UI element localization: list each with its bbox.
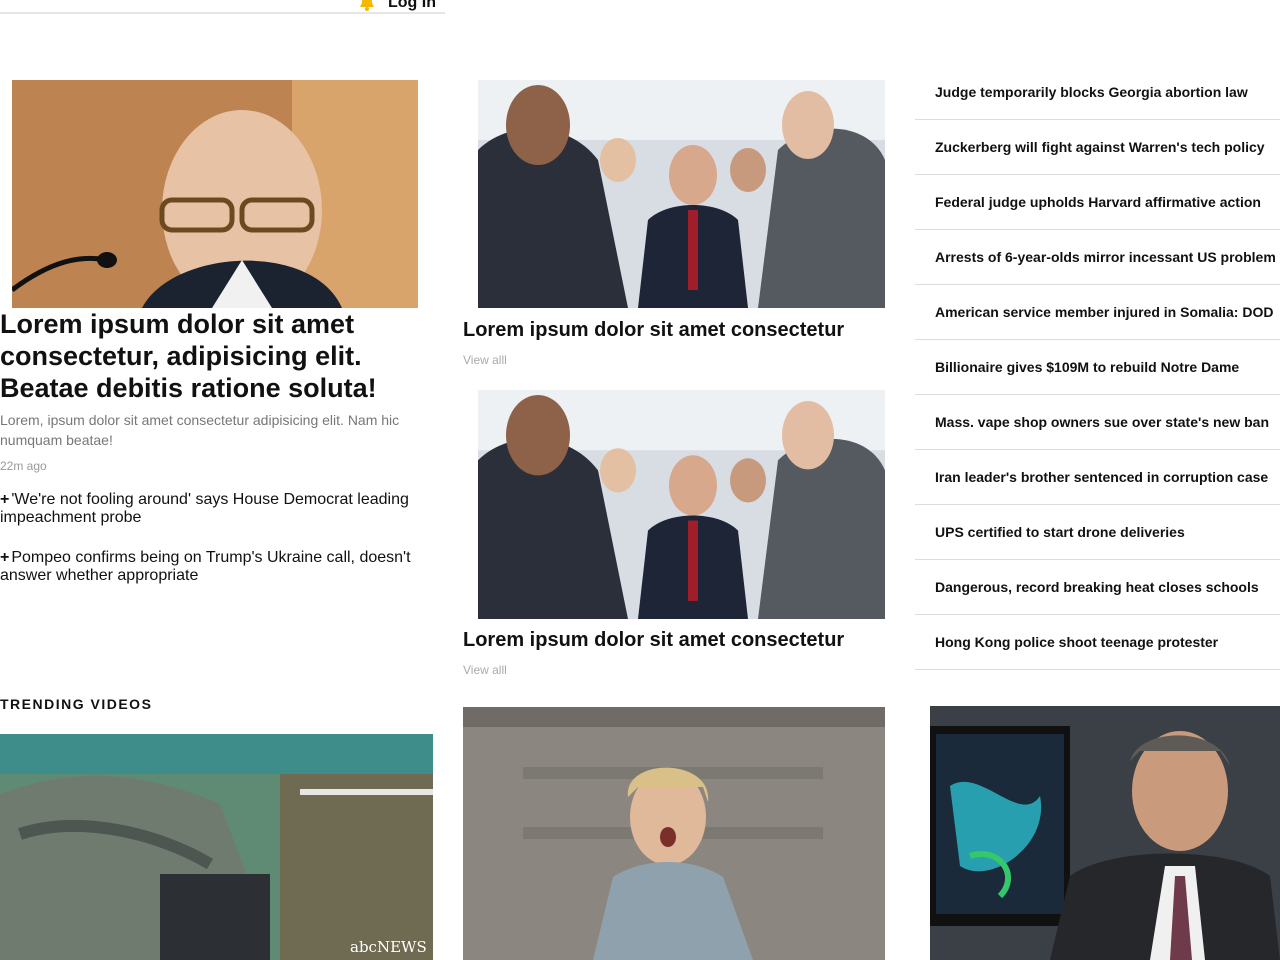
trending-videos-heading: TRENDING VIDEOS (0, 696, 153, 712)
related-link[interactable]: + 'We're not fooling around' says House D… (0, 491, 430, 527)
bell-icon[interactable] (360, 0, 374, 11)
lead-story-title[interactable]: Lorem ipsum dolor sit amet consectetur, … (0, 308, 430, 404)
middle-story-image[interactable] (478, 80, 885, 308)
headline-item[interactable]: Judge temporarily blocks Georgia abortio… (915, 65, 1280, 120)
middle-story-title[interactable]: Lorem ipsum dolor sit amet consectetur (463, 318, 893, 342)
login-area[interactable]: Log In (360, 0, 436, 12)
trending-video-thumbnail[interactable] (0, 734, 433, 960)
related-link-text[interactable]: Pompeo confirms being on Trump's Ukraine… (0, 549, 411, 584)
trending-video-thumbnail[interactable] (463, 707, 885, 960)
lead-story-timestamp: 22m ago (0, 459, 47, 473)
headline-item[interactable]: Arrests of 6-year-olds mirror incessant … (915, 230, 1280, 285)
headline-item[interactable]: UPS certified to start drone deliveries (915, 505, 1280, 560)
login-link[interactable]: Log In (388, 0, 436, 12)
headline-item[interactable]: Billionaire gives $109M to rebuild Notre… (915, 340, 1280, 395)
trending-video-thumbnail[interactable] (930, 706, 1280, 960)
headline-item[interactable]: Dangerous, record breaking heat closes s… (915, 560, 1280, 615)
headline-item[interactable]: Mass. vape shop owners sue over state's … (915, 395, 1280, 450)
lead-story-description: Lorem, ipsum dolor sit amet consectetur … (0, 412, 400, 448)
headline-list: Judge temporarily blocks Georgia abortio… (915, 65, 1280, 670)
headline-item[interactable]: Zuckerberg will fight against Warren's t… (915, 120, 1280, 175)
lead-story-image[interactable] (12, 80, 418, 308)
headline-item[interactable]: Hong Kong police shoot teenage protester (915, 615, 1280, 670)
middle-story-title[interactable]: Lorem ipsum dolor sit amet consectetur (463, 628, 893, 652)
related-link-text[interactable]: 'We're not fooling around' says House De… (0, 491, 409, 526)
related-link[interactable]: + Pompeo confirms being on Trump's Ukrain… (0, 549, 430, 585)
middle-story-image[interactable] (478, 390, 885, 619)
abc-news-logo: abcNEWS (350, 938, 427, 956)
plus-icon: + (0, 549, 10, 566)
header-divider (0, 12, 445, 14)
view-all-link[interactable]: View alll (463, 353, 507, 367)
headline-item[interactable]: Iran leader's brother sentenced in corru… (915, 450, 1280, 505)
view-all-link[interactable]: View alll (463, 663, 507, 677)
plus-icon: + (0, 491, 10, 508)
news-page: Log In Lorem ipsum dolor sit amet consec… (0, 0, 1280, 960)
headline-item[interactable]: American service member injured in Somal… (915, 285, 1280, 340)
headline-item[interactable]: Federal judge upholds Harvard affirmativ… (915, 175, 1280, 230)
